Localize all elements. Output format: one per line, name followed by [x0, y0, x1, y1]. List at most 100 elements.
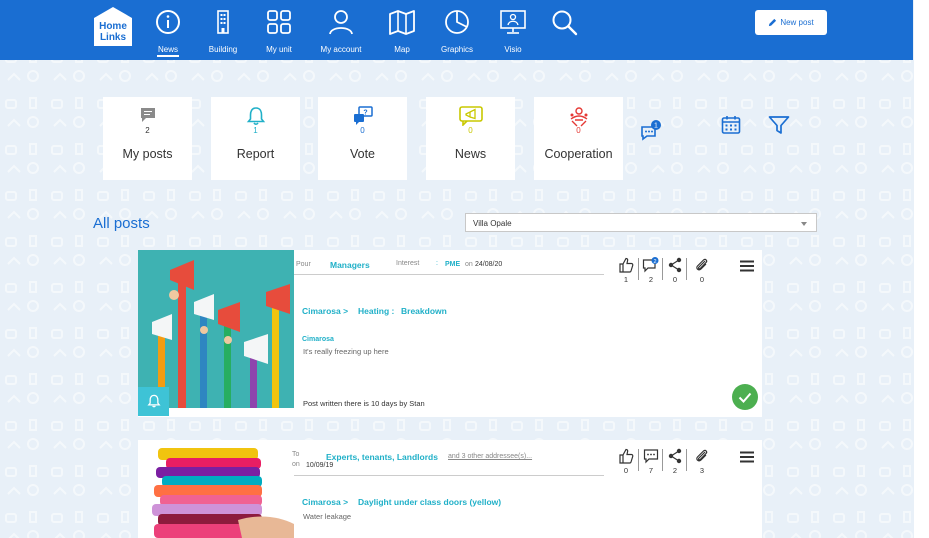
alert-badge	[138, 387, 169, 416]
nav-label-visio: Visio	[504, 45, 522, 54]
monitor-icon	[500, 10, 526, 34]
category-count: 0	[468, 126, 473, 135]
interest-sep: :	[436, 260, 438, 267]
category-label: News	[454, 147, 487, 161]
residence-select-value: Villa Opale	[473, 219, 512, 228]
info-icon	[156, 10, 180, 34]
attachment-count: 0	[699, 275, 705, 284]
post-menu-button[interactable]	[740, 259, 754, 277]
recipients[interactable]: Experts, tenants, Landlords	[326, 452, 438, 462]
chevron-down-icon	[801, 222, 807, 226]
logo-text-1: Home	[99, 21, 127, 32]
nav-news[interactable]: News	[148, 0, 188, 60]
category-label: Cooperation	[544, 147, 613, 161]
nav-label-my-account: My account	[320, 45, 362, 54]
resolved-badge	[732, 384, 758, 410]
logo-icon: Home Links	[94, 7, 132, 46]
post-body: It's really freezing up here	[303, 347, 389, 356]
post-body: Water leakage	[303, 512, 352, 521]
header-divider	[294, 274, 604, 275]
post-image	[138, 440, 294, 538]
stat-divider	[638, 449, 639, 471]
share-button[interactable]: 2	[665, 448, 685, 475]
new-post-button[interactable]: New post	[755, 10, 827, 35]
like-button[interactable]: 0	[616, 448, 636, 475]
comment-count: 2	[648, 275, 654, 284]
attachment-button[interactable]: 3	[692, 448, 712, 475]
post-author[interactable]: Cimarosa	[302, 336, 334, 343]
map-icon	[389, 10, 415, 35]
message-icon	[140, 108, 155, 122]
chat-badge: 1	[654, 123, 658, 130]
nav-label-news: News	[157, 45, 178, 54]
bell-icon	[246, 107, 265, 126]
post-card[interactable]: To on 10/09/19 Experts, tenants, Landlor…	[138, 440, 762, 538]
category-vote[interactable]: ? 0 Vote	[318, 97, 407, 180]
interest-value: PME	[445, 261, 461, 268]
post-date: 10/09/19	[306, 462, 334, 469]
nav-active-indicator	[157, 55, 179, 57]
category-label: Vote	[349, 147, 376, 161]
post-image	[138, 250, 294, 408]
category-cooperation[interactable]: 0 Cooperation	[534, 97, 623, 180]
like-button[interactable]: 1	[616, 257, 636, 284]
category-count: 1	[253, 126, 258, 135]
like-count: 1	[623, 275, 629, 284]
filter-icon	[768, 116, 790, 134]
nav-my-unit[interactable]: My unit	[259, 0, 299, 60]
home-links-logo[interactable]: Home Links	[93, 6, 133, 49]
nav-graphics[interactable]: Graphics	[437, 0, 477, 60]
comment-button[interactable]: 2 2	[641, 257, 661, 284]
post-card[interactable]: Pour Managers Interest : PME on 24/08/20…	[138, 250, 762, 417]
category-report[interactable]: 1 Report	[211, 97, 300, 180]
comment-badge: 2	[653, 259, 656, 265]
share-button[interactable]: 0	[665, 257, 685, 284]
paperclip-icon	[696, 258, 708, 271]
residence-select[interactable]: Villa Opale	[465, 213, 817, 232]
category-count: 0	[576, 126, 581, 135]
thumbs-up-icon	[619, 448, 634, 464]
nav-building[interactable]: Building	[203, 0, 243, 60]
path-category[interactable]: Heating :	[358, 306, 394, 316]
comment-button[interactable]: 7	[641, 448, 661, 475]
cooperation-icon	[570, 107, 587, 127]
more-recipients-link[interactable]: and 3 other addressee(s)...	[448, 453, 532, 460]
filter-button[interactable]	[768, 115, 790, 135]
category-label: Report	[236, 147, 275, 161]
category-my-posts[interactable]: 2 My posts	[103, 97, 192, 180]
svg-text:?: ?	[363, 110, 367, 117]
nav-visio[interactable]: Visio	[493, 0, 533, 60]
stat-divider	[686, 449, 687, 471]
path-subcategory[interactable]: Breakdown	[401, 306, 447, 316]
nav-label-map: Map	[394, 45, 410, 54]
path-building[interactable]: Cimarosa >	[302, 306, 348, 316]
share-icon	[668, 448, 682, 464]
attachment-button[interactable]: 0	[692, 257, 712, 284]
search-button[interactable]	[550, 0, 580, 60]
date-prefix: on	[292, 461, 300, 468]
recipients-prefix: Pour	[296, 261, 311, 268]
vote-icon: ?	[353, 106, 373, 125]
recipients-prefix: To	[292, 451, 300, 458]
bell-icon	[147, 394, 161, 408]
recipients[interactable]: Managers	[330, 260, 370, 270]
nav-label-graphics: Graphics	[440, 45, 473, 54]
post-menu-button[interactable]	[740, 450, 754, 468]
path-category[interactable]: Daylight under class doors (yellow)	[358, 497, 501, 507]
grid-icon	[267, 10, 291, 34]
path-building[interactable]: Cimarosa >	[302, 497, 348, 507]
nav-my-account[interactable]: My account	[316, 0, 366, 60]
calendar-button[interactable]	[721, 115, 741, 135]
share-icon	[668, 257, 682, 273]
user-icon	[329, 10, 353, 35]
category-news[interactable]: 0 News	[426, 97, 515, 180]
comment-icon	[643, 449, 659, 464]
stat-divider	[638, 258, 639, 280]
nav-map[interactable]: Map	[382, 0, 422, 60]
share-count: 0	[672, 275, 678, 284]
chat-button[interactable]: 1	[640, 119, 664, 141]
category-count: 2	[145, 126, 150, 135]
chat-icon: 1	[641, 120, 661, 141]
attachment-count: 3	[699, 466, 705, 475]
post-footer: Post written there is 10 days by Stan	[303, 399, 425, 408]
